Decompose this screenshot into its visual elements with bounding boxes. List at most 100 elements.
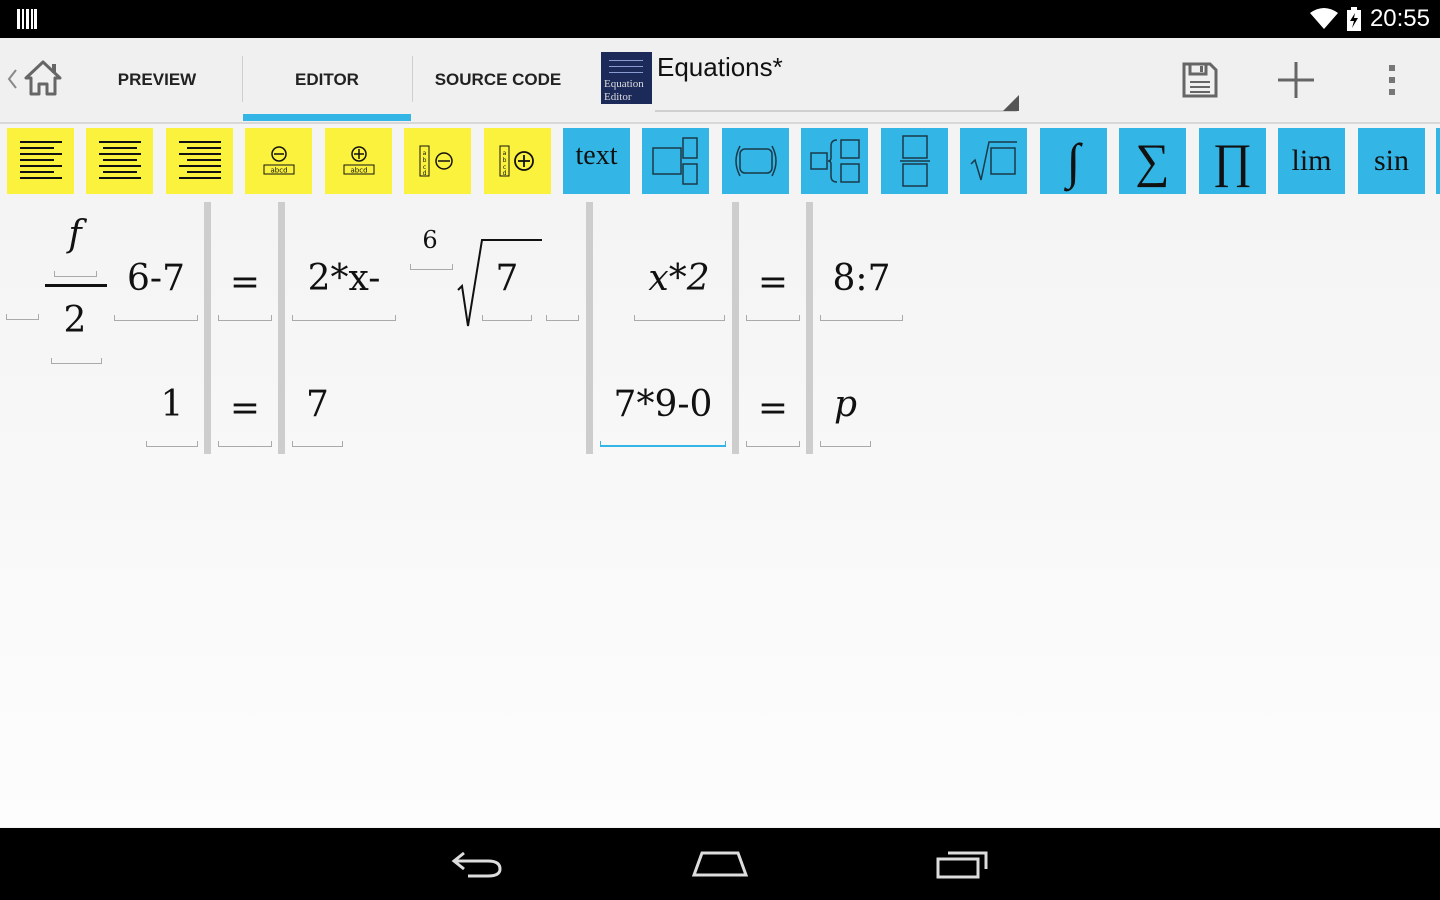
svg-text:b: b: [502, 157, 506, 164]
add-column-icon: a b c d: [499, 145, 534, 177]
lhs-cell[interactable]: 1: [146, 384, 198, 425]
subscript-superscript-icon: [651, 137, 698, 185]
up-caret-icon: [7, 69, 17, 89]
battery-charging-icon: [1346, 7, 1361, 31]
rhs2-cell[interactable]: p: [820, 384, 871, 425]
svg-text:b: b: [422, 157, 426, 164]
equals-sign[interactable]: =: [746, 262, 800, 303]
insert-parentheses-button[interactable]: [722, 128, 789, 194]
svg-text:abcd: abcd: [350, 167, 367, 175]
root-index[interactable]: 6: [410, 226, 450, 254]
column-separator: [204, 202, 211, 454]
root-radicand[interactable]: 7: [482, 258, 532, 299]
equals-sign[interactable]: =: [746, 388, 800, 429]
sum-icon: ∑: [1135, 134, 1170, 188]
empty-placeholder[interactable]: [546, 315, 579, 321]
align-left-icon: [19, 141, 62, 179]
status-bar: 20:55: [0, 0, 1440, 38]
add-column-button[interactable]: a b c d: [484, 128, 551, 194]
remove-row-icon: abcd: [263, 146, 294, 175]
save-button[interactable]: [1180, 58, 1220, 102]
equals-bracket: [218, 441, 272, 447]
equals-bracket: [218, 315, 272, 321]
align-left-button[interactable]: [7, 128, 74, 194]
integral-icon: ∫: [1066, 133, 1081, 189]
wifi-icon: [1309, 8, 1338, 29]
rhs-bracket: [292, 441, 343, 447]
navigation-bar: [0, 828, 1440, 900]
svg-text:abcd: abcd: [270, 167, 287, 175]
equals-sign[interactable]: =: [218, 388, 272, 429]
term-cell[interactable]: 6-7: [114, 258, 198, 299]
insert-limit-button[interactable]: lim: [1278, 128, 1345, 194]
rhs-cell[interactable]: 2*x-: [292, 258, 396, 299]
insert-text-button[interactable]: text: [563, 128, 630, 194]
insert-sub-superscript-button[interactable]: [642, 128, 709, 194]
rhs2-bracket: [820, 315, 903, 321]
overflow-menu-icon: [1389, 65, 1395, 95]
fraction-denominator[interactable]: 2: [50, 300, 100, 341]
rhs-cell[interactable]: 7: [292, 384, 344, 425]
document-title-spinner[interactable]: Equations*: [657, 52, 783, 83]
add-button[interactable]: [1276, 58, 1316, 102]
column-separator: [278, 202, 285, 454]
lhs2-cell-focused[interactable]: 7*9-0: [600, 384, 726, 425]
equation-editor-canvas[interactable]: f 2 6-7 = 2*x- 6 7 x*2 = 8:7 1 = 7 7*9-0…: [0, 200, 1440, 827]
denominator-placeholder[interactable]: [51, 358, 102, 364]
clock: 20:55: [1369, 5, 1430, 32]
home-nav-button[interactable]: [685, 844, 755, 884]
rhs2-bracket: [820, 441, 871, 447]
insert-fraction-button[interactable]: [881, 128, 948, 194]
root-index-bracket: [410, 264, 453, 270]
spinner-dropdown-icon[interactable]: [1003, 95, 1019, 111]
insert-case-braces-button[interactable]: [801, 128, 868, 194]
tab-source-code[interactable]: SOURCE CODE: [413, 38, 583, 122]
home-icon[interactable]: [24, 60, 62, 96]
equals-sign[interactable]: =: [218, 262, 272, 303]
numerator-placeholder[interactable]: [54, 271, 97, 277]
text-icon: text: [575, 140, 618, 171]
term-bracket: [114, 315, 198, 321]
align-right-button[interactable]: [166, 128, 233, 194]
add-row-button[interactable]: abcd: [325, 128, 392, 194]
insert-sum-button[interactable]: ∑: [1119, 128, 1186, 194]
overflow-menu-button[interactable]: [1372, 58, 1412, 102]
column-separator: [806, 202, 813, 454]
empty-placeholder[interactable]: [6, 314, 39, 320]
save-icon: [1182, 62, 1218, 98]
back-button[interactable]: [442, 844, 512, 884]
insert-more-button-partial[interactable]: [1436, 128, 1440, 194]
radicand-bracket: [482, 315, 532, 321]
insert-root-button[interactable]: [960, 128, 1027, 194]
align-center-button[interactable]: [86, 128, 153, 194]
rhs-bracket: [292, 315, 396, 321]
limit-icon: lim: [1291, 144, 1332, 177]
add-row-icon: abcd: [343, 146, 374, 175]
insert-sine-button[interactable]: sin: [1358, 128, 1425, 194]
remove-column-icon: a b c d: [419, 145, 453, 177]
parentheses-icon: [734, 145, 777, 177]
editor-toolbar: abcd abcd a b c d a b c d text ∫ ∑ ∏ lim…: [0, 124, 1440, 200]
tab-selected-indicator: [243, 114, 411, 121]
barcode-icon: [17, 9, 37, 29]
lhs2-bracket: [634, 315, 725, 321]
focused-cursor-bracket: [600, 441, 726, 447]
insert-product-button[interactable]: ∏: [1199, 128, 1266, 194]
recent-apps-button[interactable]: [928, 844, 998, 884]
tab-editor[interactable]: EDITOR: [243, 38, 411, 122]
recent-apps-icon: [936, 851, 988, 879]
tab-preview[interactable]: PREVIEW: [72, 38, 242, 122]
insert-integral-button[interactable]: ∫: [1040, 128, 1107, 194]
column-separator: [586, 202, 593, 454]
rhs2-cell[interactable]: 8:7: [820, 258, 903, 299]
lhs2-cell[interactable]: x*2: [634, 258, 724, 299]
svg-text:d: d: [422, 170, 426, 177]
spinner-underline: [655, 110, 1017, 112]
svg-text:a: a: [502, 150, 506, 157]
remove-column-button[interactable]: a b c d: [404, 128, 471, 194]
lhs-bracket: [146, 441, 198, 447]
square-root-icon: [969, 141, 1017, 181]
remove-row-button[interactable]: abcd: [245, 128, 312, 194]
fraction-numerator[interactable]: f: [50, 214, 100, 255]
svg-text:d: d: [502, 170, 506, 177]
